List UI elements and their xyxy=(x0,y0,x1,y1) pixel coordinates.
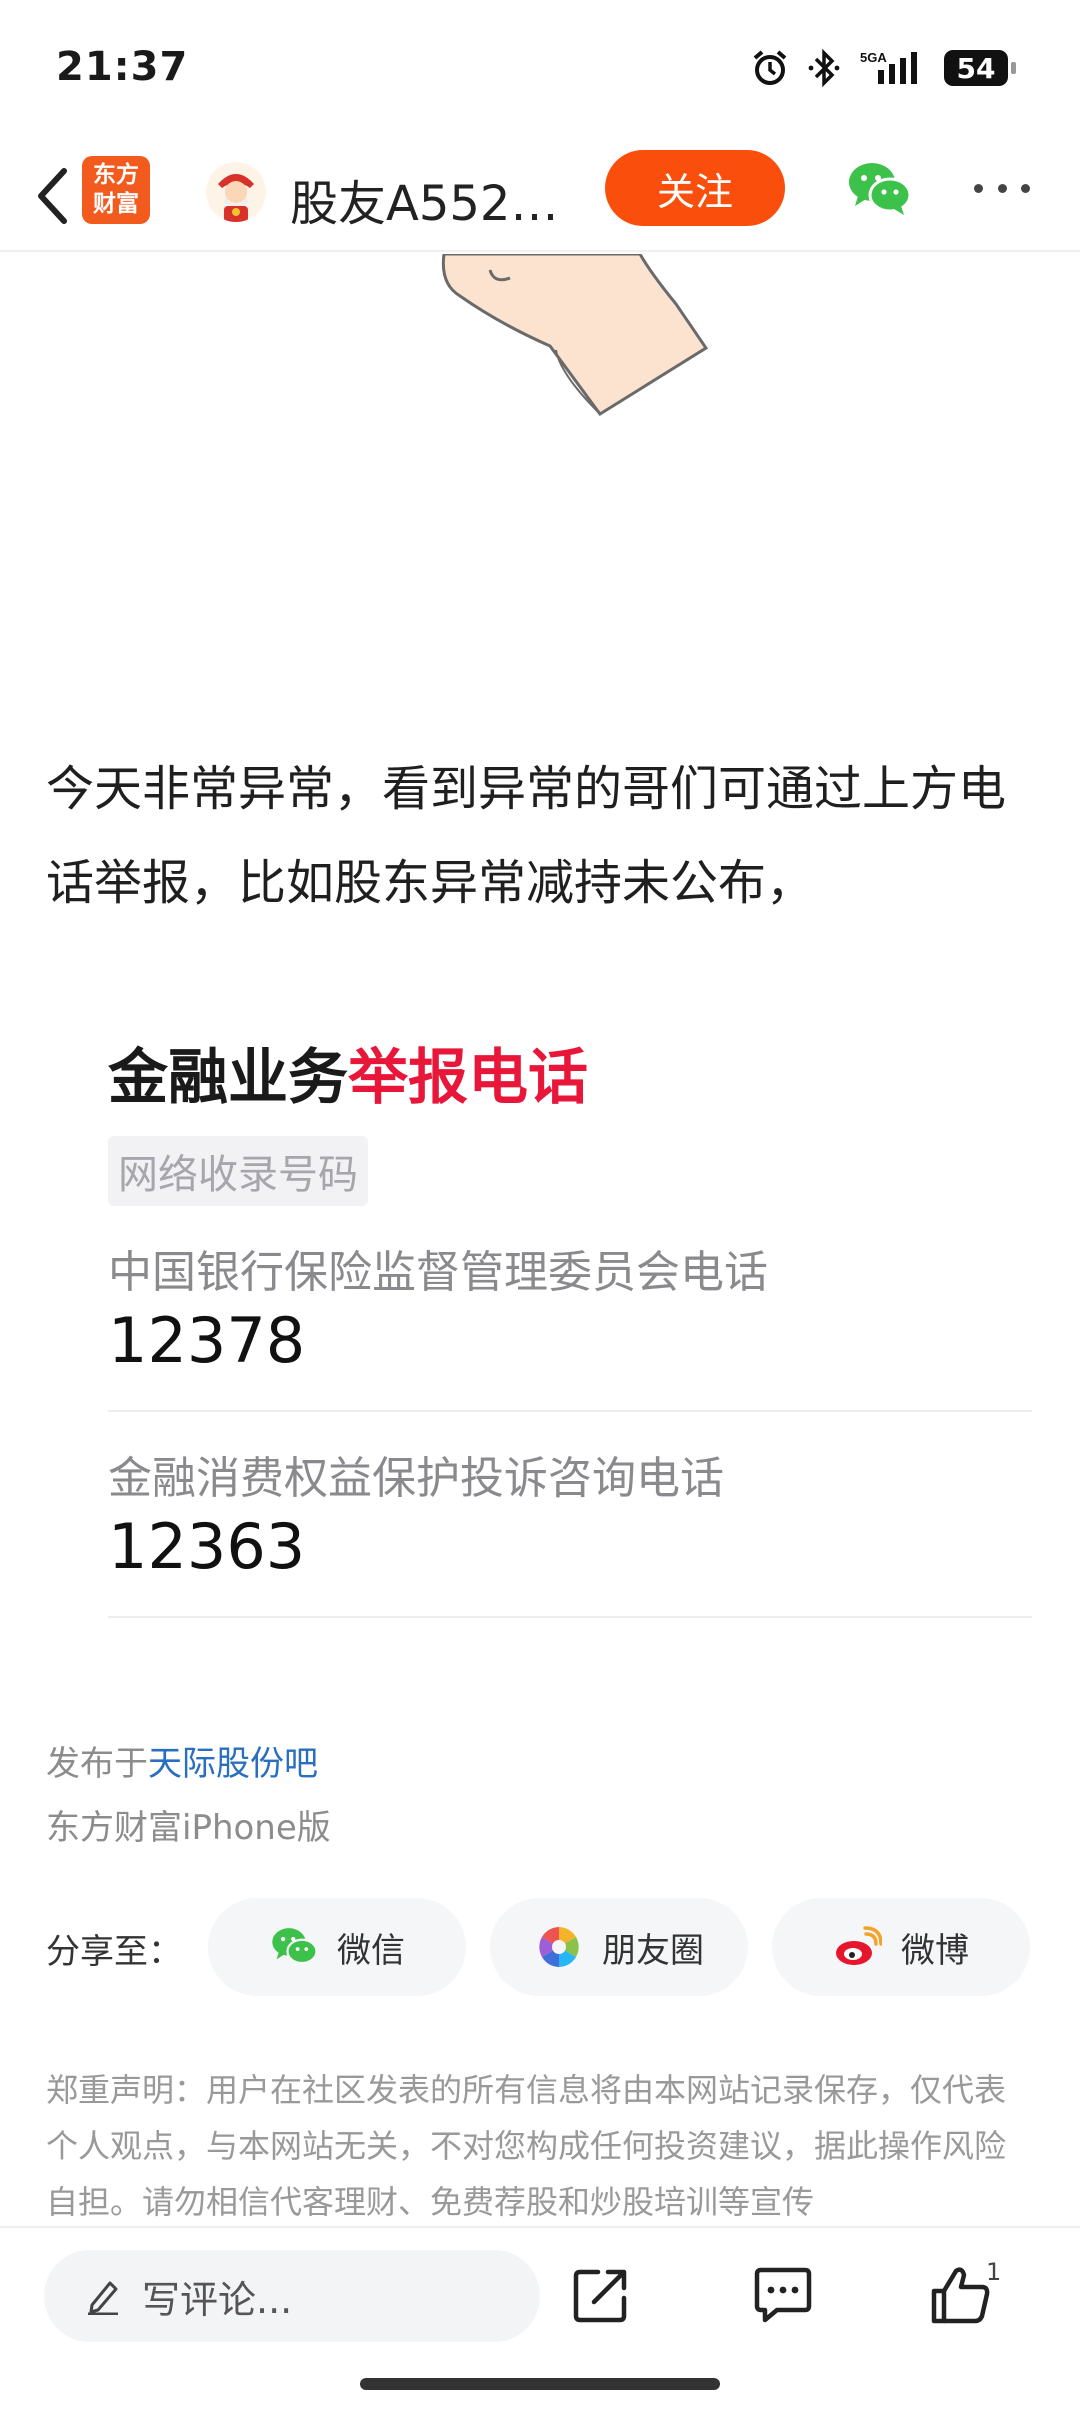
share-moments-label: 朋友圈 xyxy=(602,1930,704,1971)
hotline-item[interactable]: 中国银行保险监督管理委员会电话 12378 xyxy=(108,1234,1032,1412)
disclaimer-text: 郑重声明：用户在社区发表的所有信息将由本网站记录保存，仅代表个人观点，与本网站无… xyxy=(46,2071,1007,2221)
comment-input[interactable]: 写评论... xyxy=(44,2250,540,2342)
share-row: 分享至： 微信 朋友圈 微博 xyxy=(46,1898,1036,1998)
comment-bubble-icon xyxy=(754,2267,812,2323)
stock-bar-link[interactable]: 天际股份吧 xyxy=(148,1744,318,1784)
share-wechat-button[interactable]: 微信 xyxy=(208,1898,466,1996)
alarm-icon xyxy=(753,50,787,85)
status-time: 21:37 xyxy=(56,44,189,90)
like-count: 1 xyxy=(986,2258,1002,2286)
network-type: 5GA xyxy=(860,50,887,65)
wechat-icon xyxy=(272,1928,318,1965)
published-prefix: 发布于 xyxy=(46,1744,148,1784)
more-dot xyxy=(1021,183,1030,193)
published-line: 发布于天际股份吧 xyxy=(46,1732,331,1796)
nav-bar: 东方 财富 股友A5526... 关注 xyxy=(0,140,1080,252)
hotline-card: 金融业务举报电话 网络收录号码 中国银行保险监督管理委员会电话 12378 金融… xyxy=(108,1028,1032,1618)
hand-illustration xyxy=(441,254,709,417)
logo-text-line2: 财富 xyxy=(93,191,139,217)
hotline-number[interactable]: 12363 xyxy=(108,1512,1032,1582)
pencil-icon xyxy=(88,2281,118,2315)
wechat-share-button[interactable] xyxy=(846,160,912,218)
forward-button[interactable] xyxy=(566,2260,636,2330)
share-label: 分享至： xyxy=(46,1932,182,1972)
hotline-title-main: 金融业务 xyxy=(108,1043,348,1113)
more-button[interactable] xyxy=(974,178,1030,198)
avatar-icon xyxy=(206,162,266,222)
app-logo[interactable]: 东方 财富 xyxy=(82,156,150,224)
share-wechat-label: 微信 xyxy=(337,1930,405,1971)
hotline-item[interactable]: 金融消费权益保护投诉咨询电话 12363 xyxy=(108,1440,1032,1618)
signal-icon: 5GA xyxy=(860,50,917,84)
home-indicator[interactable] xyxy=(360,2378,720,2390)
moments-icon xyxy=(539,1927,579,1967)
hotline-name: 金融消费权益保护投诉咨询电话 xyxy=(108,1453,724,1504)
hotline-title-accent: 举报电话 xyxy=(348,1043,588,1113)
share-moments-button[interactable]: 朋友圈 xyxy=(490,1898,748,1996)
hotline-name: 中国银行保险监督管理委员会电话 xyxy=(108,1247,768,1298)
comments-button[interactable] xyxy=(748,2260,818,2330)
wechat-icon xyxy=(849,163,912,215)
more-dot xyxy=(974,183,983,193)
weibo-icon xyxy=(836,1926,882,1965)
battery-level: 54 xyxy=(956,51,996,85)
hotline-number[interactable]: 12378 xyxy=(108,1306,1032,1376)
avatar[interactable] xyxy=(206,162,266,222)
post-meta: 发布于天际股份吧 东方财富iPhone版 xyxy=(46,1732,331,1860)
bluetooth-icon xyxy=(808,48,840,88)
back-button[interactable] xyxy=(22,162,82,230)
forward-icon xyxy=(573,2269,627,2323)
source-tag: 网络收录号码 xyxy=(108,1136,368,1206)
post-body-text: 今天非常异常，看到异常的哥们可通过上方电话举报，比如股东异常减持未公布， xyxy=(46,761,1007,911)
follow-button[interactable]: 关注 xyxy=(605,150,785,226)
thumbs-up-icon xyxy=(931,2267,990,2324)
status-icons: 5GA 54 xyxy=(750,48,1016,88)
bottom-action-bar: 写评论... 1 xyxy=(0,2226,1080,2412)
share-weibo-button[interactable]: 微博 xyxy=(772,1898,1030,1996)
client-source: 东方财富iPhone版 xyxy=(46,1808,331,1848)
more-dot xyxy=(997,183,1007,193)
comment-placeholder: 写评论... xyxy=(142,2277,293,2322)
status-bar: 21:37 5GA 54 xyxy=(0,0,1080,140)
nav-username[interactable]: 股友A5526... xyxy=(290,164,586,234)
battery-icon: 54 xyxy=(944,50,1016,86)
hotline-title: 金融业务举报电话 xyxy=(108,1028,1032,1128)
logo-text-line1: 东方 xyxy=(93,162,139,188)
back-icon xyxy=(38,168,67,224)
share-weibo-label: 微博 xyxy=(901,1930,969,1971)
